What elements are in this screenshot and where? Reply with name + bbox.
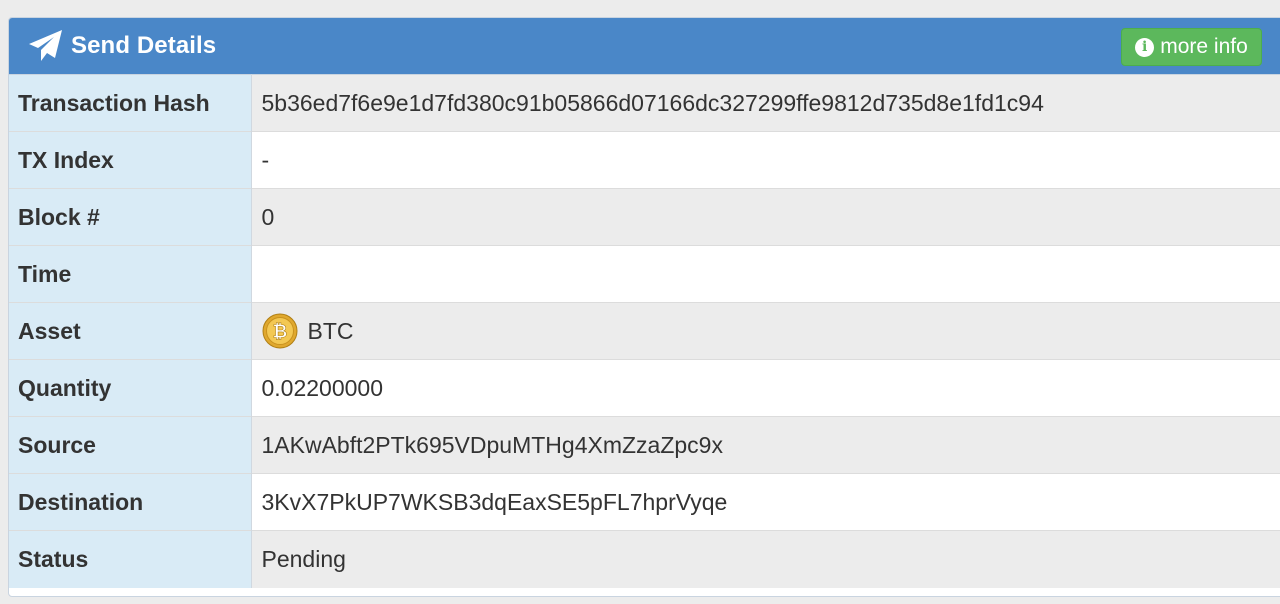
row-label-asset: Asset	[9, 302, 252, 360]
info-circle-icon: i	[1135, 37, 1155, 57]
row-value-asset: ₿ BTC	[251, 302, 1280, 360]
svg-text:₿: ₿	[272, 322, 287, 343]
row-value-tx-index: -	[251, 131, 1280, 189]
table-row: Asset ₿ BTC	[9, 302, 1280, 360]
table-row: Transaction Hash 5b36ed7f6e9e1d7fd380c91…	[9, 74, 1280, 132]
row-label-status: Status	[9, 530, 252, 588]
row-value-transaction-hash: 5b36ed7f6e9e1d7fd380c91b05866d07166dc327…	[251, 74, 1280, 132]
row-value-source[interactable]: 1AKwAbft2PTk695VDpuMTHg4XmZzaZpc9x	[251, 416, 1280, 474]
row-label-source: Source	[9, 416, 252, 474]
asset-name[interactable]: BTC	[308, 318, 354, 345]
table-row: Block # 0	[9, 188, 1280, 246]
bitcoin-coin-icon: ₿	[262, 313, 297, 349]
row-label-block: Block #	[9, 188, 252, 246]
paper-plane-icon	[26, 26, 66, 66]
row-label-destination: Destination	[9, 473, 252, 531]
more-info-label: more info	[1160, 35, 1248, 58]
row-value-block: 0	[251, 188, 1280, 246]
row-label-tx-index: TX Index	[9, 131, 252, 189]
more-info-button[interactable]: i more info	[1121, 28, 1262, 66]
panel-title: Send Details	[71, 32, 217, 59]
row-label-transaction-hash: Transaction Hash	[9, 74, 252, 132]
row-value-quantity: 0.02200000	[251, 359, 1280, 417]
row-value-time	[251, 245, 1280, 303]
table-row: Quantity 0.02200000	[9, 359, 1280, 417]
table-row: Destination 3KvX7PkUP7WKSB3dqEaxSE5pFL7h…	[9, 473, 1280, 531]
panel-header: Send Details i more info	[9, 18, 1280, 74]
table-row: TX Index -	[9, 131, 1280, 189]
table-row: Source 1AKwAbft2PTk695VDpuMTHg4XmZzaZpc9…	[9, 416, 1280, 474]
row-label-time: Time	[9, 245, 252, 303]
row-value-destination[interactable]: 3KvX7PkUP7WKSB3dqEaxSE5pFL7hprVyqe	[251, 473, 1280, 531]
table-row: Time	[9, 245, 1280, 303]
details-table: Transaction Hash 5b36ed7f6e9e1d7fd380c91…	[9, 74, 1280, 588]
table-row: Status Pending	[9, 530, 1280, 588]
row-label-quantity: Quantity	[9, 359, 252, 417]
row-value-status: Pending	[251, 530, 1280, 588]
send-details-panel: Send Details i more info Transaction Has…	[8, 17, 1280, 597]
